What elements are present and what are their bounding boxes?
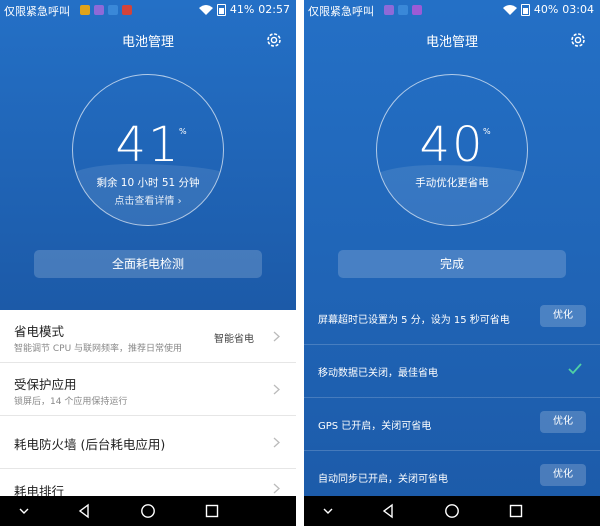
notification-icon [108, 5, 118, 15]
list-item-text: 自动同步已开启，关闭可省电 [318, 474, 448, 485]
page-title: 电池管理 [425, 35, 478, 50]
recents-icon[interactable] [508, 503, 524, 519]
right-screen: 仅限紧急呼叫 40% 03:04 电池管理 40 % 手动优化更省电 完成 屏幕… [304, 0, 600, 526]
back-icon[interactable] [380, 503, 396, 519]
optimize-button[interactable]: 优化 [540, 305, 586, 327]
list-item-protected-apps[interactable]: 受保护应用 锁屏后，14 个应用保持运行 [0, 363, 296, 416]
notification-icon [398, 5, 408, 15]
screen-divider [296, 0, 304, 526]
chevron-right-icon [273, 384, 280, 395]
battery-level-fill [377, 165, 527, 225]
nav-dropdown-icon[interactable] [320, 503, 336, 519]
battery-percent: 41% [229, 3, 255, 16]
back-icon[interactable] [76, 503, 92, 519]
chevron-right-icon [273, 331, 280, 342]
notification-icon [122, 5, 132, 15]
battery-percent: 40% [533, 3, 559, 16]
wifi-icon [198, 4, 213, 15]
battery-icon [216, 3, 226, 16]
list-item-text: 屏幕超时已设置为 5 分，设为 15 秒可省电 [318, 315, 510, 326]
navigation-bar [304, 496, 600, 526]
battery-icon [520, 3, 530, 16]
home-icon[interactable] [444, 503, 460, 519]
battery-ring: 41 % 剩余 10 小时 51 分钟 点击查看详情 › [72, 74, 224, 226]
page-title: 电池管理 [121, 35, 174, 50]
gear-icon[interactable] [264, 30, 284, 50]
status-bar: 仅限紧急呼叫 40% 03:04 [304, 0, 600, 22]
optimize-button[interactable]: 优化 [540, 411, 586, 433]
notification-icon [384, 5, 394, 15]
percent-sign: % [483, 127, 491, 136]
optimize-status: 手动优化更省电 [415, 177, 489, 189]
nav-dropdown-icon[interactable] [16, 503, 32, 519]
optimize-button[interactable]: 优化 [540, 464, 586, 486]
list-item-subtitle: 锁屏后，14 个应用保持运行 [14, 397, 128, 407]
list-item-subtitle: 智能调节 CPU 与联网频率，推荐日常使用 [14, 344, 183, 354]
list-item-screen-timeout: 屏幕超时已设置为 5 分，设为 15 秒可省电 优化 [304, 292, 600, 345]
battery-percent-large: 41 [115, 117, 181, 173]
chevron-right-icon [273, 437, 280, 448]
list-item-title: 耗电防火墙 (后台耗电应用) [14, 437, 166, 452]
carrier-text: 仅限紧急呼叫 [308, 5, 374, 18]
clock: 02:57 [258, 3, 290, 16]
chevron-right-icon [273, 483, 280, 494]
recents-icon[interactable] [204, 503, 220, 519]
left-screen: 仅限紧急呼叫 41% 02:57 电池管理 41 % 剩余 10 小时 51 分… [0, 0, 296, 526]
navigation-bar [0, 496, 296, 526]
title-bar: 电池管理 [0, 22, 296, 58]
list-item-title: 受保护应用 [14, 377, 77, 392]
notification-icon [412, 5, 422, 15]
list-item-power-firewall[interactable]: 耗电防火墙 (后台耗电应用) [0, 416, 296, 469]
clock: 03:04 [562, 3, 594, 16]
detail-link[interactable]: 点击查看详情 › [73, 192, 223, 207]
carrier-text: 仅限紧急呼叫 [4, 5, 70, 18]
notification-icon [94, 5, 104, 15]
list-item-text: 移动数据已关闭，最佳省电 [318, 368, 438, 379]
percent-sign: % [179, 127, 187, 136]
full-scan-button[interactable]: 全面耗电检测 [34, 250, 262, 278]
list-item-gps: GPS 已开启，关闭可省电 优化 [304, 398, 600, 451]
check-icon [568, 363, 582, 375]
battery-percent-large: 40 [419, 117, 485, 173]
battery-ring: 40 % 手动优化更省电 [376, 74, 528, 226]
list-item-text: GPS 已开启，关闭可省电 [318, 421, 432, 432]
notification-icon [80, 5, 90, 15]
wifi-icon [502, 4, 517, 15]
remaining-time: 剩余 10 小时 51 分钟 [96, 177, 200, 189]
done-button[interactable]: 完成 [338, 250, 566, 278]
detail-link-label: 点击查看详情 [114, 196, 175, 207]
title-bar: 电池管理 [304, 22, 600, 58]
list-item-value: 智能省电 [214, 334, 254, 345]
list-item-mobile-data: 移动数据已关闭，最佳省电 [304, 345, 600, 398]
list-item-power-mode[interactable]: 省电模式 智能调节 CPU 与联网频率，推荐日常使用 智能省电 [0, 310, 296, 363]
home-icon[interactable] [140, 503, 156, 519]
status-bar: 仅限紧急呼叫 41% 02:57 [0, 0, 296, 22]
gear-icon[interactable] [568, 30, 588, 50]
list-item-title: 省电模式 [14, 324, 65, 339]
settings-list: 省电模式 智能调节 CPU 与联网频率，推荐日常使用 智能省电 受保护应用 锁屏… [0, 310, 296, 522]
